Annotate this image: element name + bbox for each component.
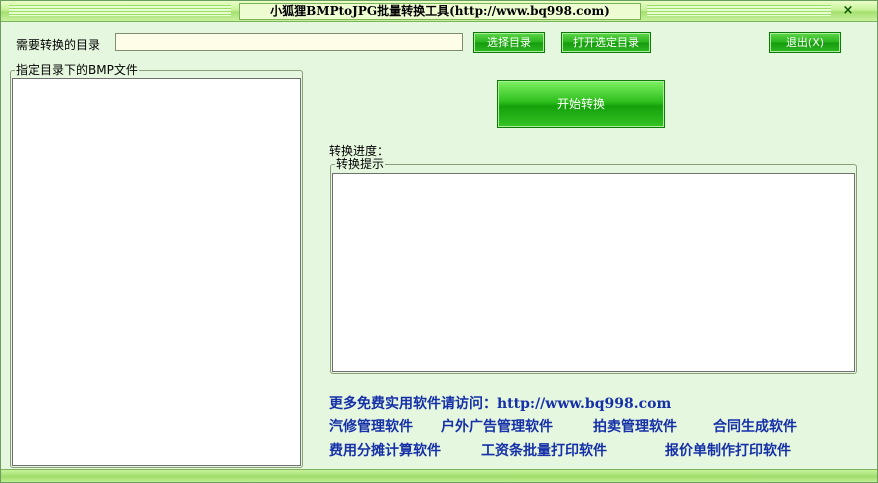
tips-legend: 转换提示: [335, 157, 386, 171]
start-convert-button[interactable]: 开始转换: [497, 80, 665, 128]
bmp-files-group: 指定目录下的BMP文件: [10, 63, 303, 468]
close-icon[interactable]: ×: [839, 3, 857, 18]
tips-group: 转换提示: [330, 157, 857, 374]
link-auction-software[interactable]: 拍卖管理软件: [593, 416, 677, 436]
bottom-border-bar: [1, 469, 877, 482]
open-directory-button[interactable]: 打开选定目录: [561, 32, 651, 53]
select-directory-button[interactable]: 选择目录: [473, 32, 545, 53]
link-auto-repair-software[interactable]: 汽修管理软件: [329, 416, 413, 436]
directory-label: 需要转换的目录: [16, 38, 101, 52]
window-title: 小狐狸BMPtoJPG批量转换工具(http://www.bq998.com): [239, 3, 641, 20]
link-payslip-software[interactable]: 工资条批量打印软件: [481, 440, 607, 460]
app-window: 小狐狸BMPtoJPG批量转换工具(http://www.bq998.com) …: [0, 0, 878, 483]
tips-log-box[interactable]: [332, 173, 855, 372]
directory-input[interactable]: [115, 33, 463, 51]
title-bar[interactable]: 小狐狸BMPtoJPG批量转换工具(http://www.bq998.com) …: [1, 1, 877, 22]
visit-website-link[interactable]: 更多免费实用软件请访问：http://www.bq998.com: [329, 393, 671, 413]
bmp-file-list[interactable]: [12, 78, 301, 466]
exit-button[interactable]: 退出(X): [769, 32, 841, 53]
link-outdoor-ad-software[interactable]: 户外广告管理软件: [441, 416, 553, 436]
title-bar-grip-right: [647, 5, 831, 16]
title-bar-grip-left: [9, 5, 231, 16]
link-cost-sharing-software[interactable]: 费用分摊计算软件: [329, 440, 441, 460]
bmp-files-legend: 指定目录下的BMP文件: [15, 63, 139, 77]
link-quotation-software[interactable]: 报价单制作打印软件: [665, 440, 791, 460]
link-contract-software[interactable]: 合同生成软件: [713, 416, 797, 436]
